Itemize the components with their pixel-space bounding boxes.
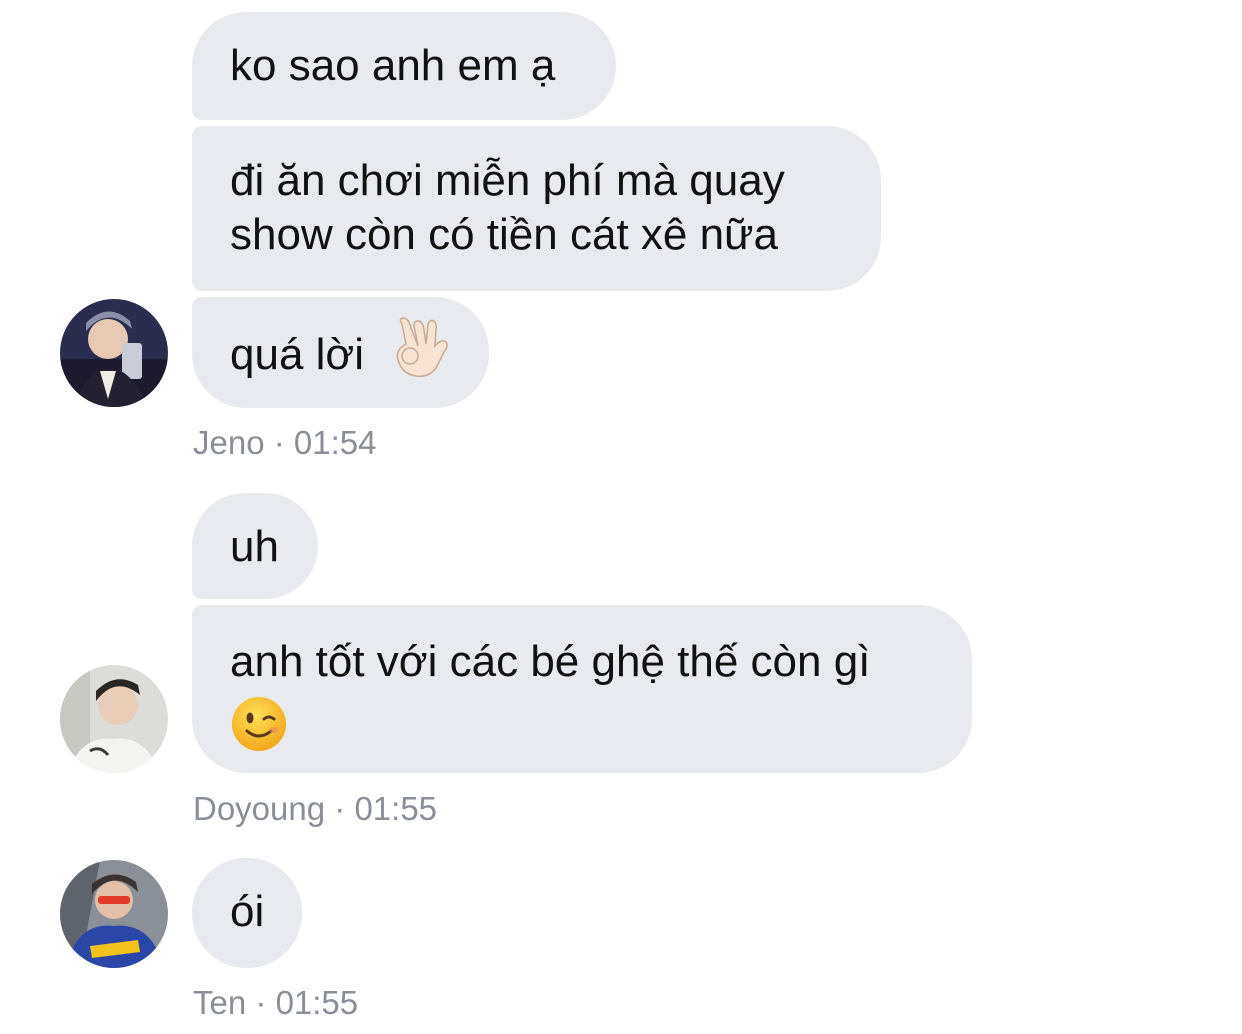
winking-face-emoji-icon [230,695,934,766]
sender-name: Doyoung [193,790,326,827]
message-text: ko sao anh em ạ [230,41,556,90]
sender-name: Jeno [193,424,265,461]
message-meta: Doyoung · 01:55 [193,790,437,828]
message-text-line: đi ăn chơi miễn phí mà quay [230,156,785,205]
user-avatar-jeno-icon [60,299,168,407]
timestamp: 01:55 [275,984,359,1021]
user-avatar-ten-icon [60,860,168,968]
ok-hand-emoji-icon [392,316,450,391]
timestamp: 01:54 [293,424,377,461]
message-meta: Ten · 01:55 [193,984,358,1022]
message-text: anh tốt với các bé ghệ thế còn gì [230,637,871,686]
separator: · [255,984,267,1021]
user-avatar-doyoung-icon [60,665,168,773]
separator: · [334,790,346,827]
message-bubble[interactable]: ko sao anh em ạ [192,12,616,120]
message-bubble[interactable]: uh [192,493,318,599]
avatar[interactable] [60,860,168,968]
sender-name: Ten [193,984,247,1021]
message-bubble[interactable]: đi ăn chơi miễn phí mà quay show còn có … [192,126,881,291]
message-bubble[interactable]: ói [192,858,302,968]
message-bubble[interactable]: quá lời [192,297,489,408]
message-meta: Jeno · 01:54 [193,424,377,462]
message-text: quá lời [230,330,365,380]
message-text: ói [230,887,265,936]
message-bubble[interactable]: anh tốt với các bé ghệ thế còn gì [192,605,972,773]
message-text: uh [230,522,279,571]
avatar[interactable] [60,665,168,773]
timestamp: 01:55 [354,790,438,827]
message-text-line: show còn có tiền cát xê nữa [230,210,778,259]
separator: · [273,424,285,461]
avatar[interactable] [60,299,168,407]
